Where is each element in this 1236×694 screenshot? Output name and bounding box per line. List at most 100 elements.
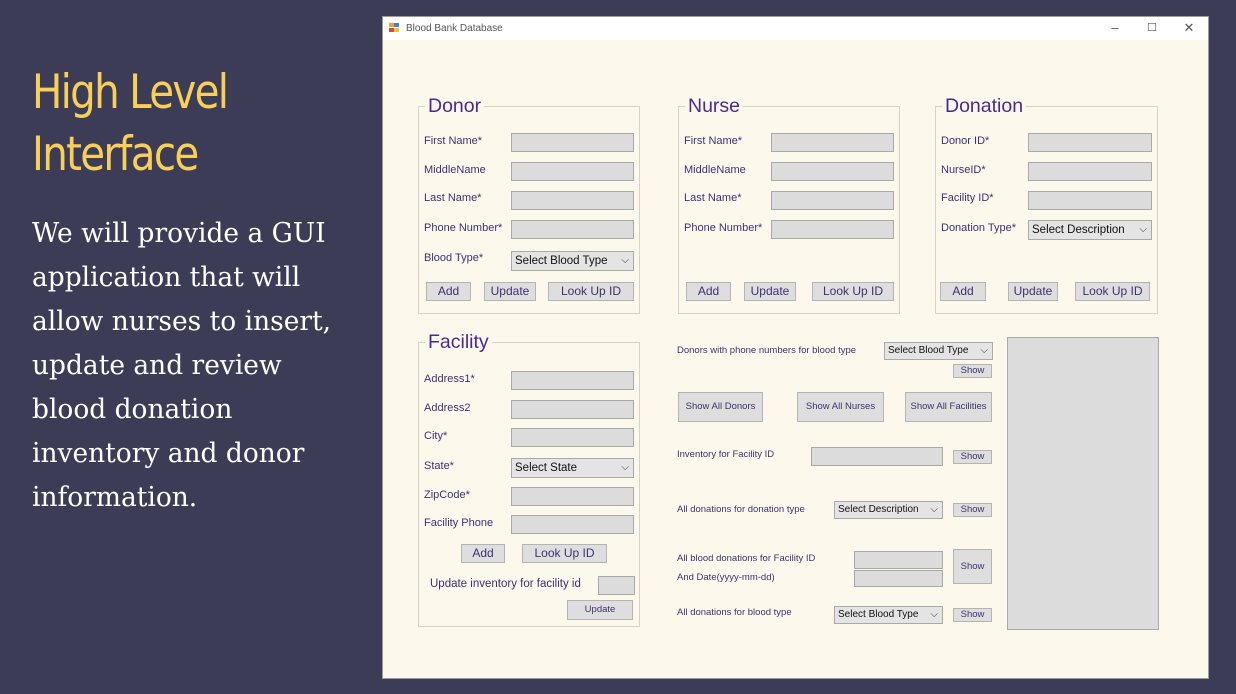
nurse-middle-name-label: MiddleName	[684, 164, 746, 176]
donor-last-name-label: Last Name*	[424, 192, 482, 204]
facility-phone-label: Facility Phone	[424, 517, 494, 529]
chevron-down-icon: ⌵	[621, 255, 629, 266]
donation-donor-id-field[interactable]	[1028, 133, 1152, 152]
donor-middle-name-label: MiddleName	[424, 164, 486, 176]
facility-phone-field[interactable]	[511, 515, 634, 534]
show-donors-by-blood-type-button[interactable]: Show	[953, 364, 992, 378]
donations-by-blood-type-label: All donations for blood type	[677, 607, 792, 618]
donations-description-select[interactable]: Select Description ⌵	[834, 501, 943, 519]
nurse-first-name-field[interactable]	[771, 133, 894, 152]
donation-type-select-value: Select Description	[1032, 224, 1125, 236]
nurse-add-button[interactable]: Add	[686, 282, 731, 301]
donor-group: Donor First Name* MiddleName Last Name* …	[418, 95, 640, 314]
update-inventory-button[interactable]: Update	[567, 600, 633, 620]
inventory-facility-id-field[interactable]	[811, 447, 943, 466]
show-all-nurses-button[interactable]: Show All Nurses	[797, 392, 884, 422]
nurse-lookup-button[interactable]: Look Up ID	[812, 282, 894, 301]
facility-state-label: State*	[424, 460, 454, 472]
show-donations-by-type-button[interactable]: Show	[953, 503, 992, 517]
donor-lookup-button[interactable]: Look Up ID	[548, 282, 634, 301]
facility-address1-label: Address1*	[424, 373, 475, 385]
nurse-group: Nurse First Name* MiddleName Last Name* …	[678, 95, 900, 314]
facility-zipcode-field[interactable]	[511, 487, 634, 506]
donations-facility-id-field[interactable]	[854, 551, 943, 569]
donor-last-name-field[interactable]	[511, 191, 634, 210]
show-donations-by-blood-type-button[interactable]: Show	[953, 608, 992, 622]
nurse-last-name-field[interactable]	[771, 191, 894, 210]
donation-add-button[interactable]: Add	[940, 282, 986, 301]
donors-blood-type-select[interactable]: Select Blood Type ⌵	[884, 342, 993, 360]
chevron-down-icon: ⌵	[930, 504, 938, 515]
donation-lookup-button[interactable]: Look Up ID	[1075, 282, 1150, 301]
donor-group-title: Donor	[425, 95, 485, 117]
donation-type-label: Donation Type*	[941, 222, 1017, 234]
donations-blood-type-select[interactable]: Select Blood Type ⌵	[834, 606, 943, 624]
donations-description-select-value: Select Description	[838, 504, 919, 515]
facility-zipcode-label: ZipCode*	[424, 489, 470, 501]
donation-nurse-id-field[interactable]	[1028, 162, 1152, 181]
facility-address1-field[interactable]	[511, 371, 634, 390]
donor-blood-type-select-value: Select Blood Type	[515, 255, 608, 267]
donations-by-type-label: All donations for donation type	[677, 504, 805, 515]
donations-facility-date-label-line2: And Date(yyyy-mm-dd)	[677, 572, 775, 583]
nurse-phone-field[interactable]	[771, 220, 894, 239]
show-all-donors-button[interactable]: Show All Donors	[678, 392, 763, 422]
nurse-phone-label: Phone Number*	[684, 222, 763, 234]
minimize-icon[interactable]: –	[1100, 19, 1130, 37]
nurse-update-button[interactable]: Update	[744, 282, 796, 301]
title-bar: Blood Bank Database – ☐ ✕	[383, 17, 1208, 40]
facility-lookup-button[interactable]: Look Up ID	[522, 544, 607, 563]
app-icon	[389, 23, 400, 33]
facility-add-button[interactable]: Add	[461, 544, 505, 563]
slide-title: High Level Interface	[32, 65, 229, 182]
facility-city-field[interactable]	[511, 428, 634, 447]
donation-type-select[interactable]: Select Description ⌵	[1028, 220, 1152, 240]
inventory-for-facility-label: Inventory for Facility ID	[677, 449, 775, 460]
donor-phone-field[interactable]	[511, 220, 634, 239]
chevron-down-icon: ⌵	[621, 462, 629, 473]
donor-phone-label: Phone Number*	[424, 222, 503, 234]
facility-address2-field[interactable]	[511, 400, 634, 419]
update-inventory-facility-id-field[interactable]	[598, 576, 635, 595]
donor-first-name-label: First Name*	[424, 135, 483, 147]
donor-first-name-field[interactable]	[511, 133, 634, 152]
donor-add-button[interactable]: Add	[426, 282, 471, 301]
donations-date-field[interactable]	[854, 570, 943, 587]
donation-nurse-id-label: NurseID*	[941, 164, 986, 176]
chevron-down-icon: ⌵	[980, 345, 988, 356]
donations-blood-type-select-value: Select Blood Type	[838, 609, 919, 620]
close-icon[interactable]: ✕	[1174, 19, 1204, 37]
chevron-down-icon: ⌵	[930, 609, 938, 620]
donors-blood-type-select-value: Select Blood Type	[888, 345, 969, 356]
donation-facility-id-field[interactable]	[1028, 191, 1152, 210]
donation-update-button[interactable]: Update	[1008, 282, 1058, 301]
donor-update-button[interactable]: Update	[484, 282, 536, 301]
facility-state-select[interactable]: Select State ⌵	[511, 458, 634, 478]
nurse-middle-name-field[interactable]	[771, 162, 894, 181]
donation-group: Donation Donor ID* NurseID* Facility ID*…	[935, 95, 1158, 314]
nurse-group-title: Nurse	[685, 95, 744, 117]
update-inventory-label: Update inventory for facility id	[430, 578, 581, 590]
donations-facility-date-label-line1: All blood donations for Facility ID	[677, 553, 816, 564]
donors-by-blood-type-label: Donors with phone numbers for blood type	[677, 345, 857, 356]
results-list[interactable]	[1007, 337, 1159, 630]
facility-group-title: Facility	[425, 331, 492, 353]
slide-body-text: We will provide a GUI application that w…	[32, 218, 332, 513]
show-inventory-button[interactable]: Show	[953, 450, 992, 464]
maximize-icon[interactable]: ☐	[1137, 19, 1167, 37]
donation-group-title: Donation	[942, 95, 1027, 117]
facility-state-select-value: Select State	[515, 462, 578, 474]
donor-blood-type-select[interactable]: Select Blood Type ⌵	[511, 251, 634, 271]
donor-middle-name-field[interactable]	[511, 162, 634, 181]
show-all-facilities-button[interactable]: Show All Facilities	[905, 392, 992, 422]
facility-address2-label: Address2	[424, 402, 471, 414]
show-donations-facility-date-button[interactable]: Show	[953, 549, 992, 584]
donor-blood-type-label: Blood Type*	[424, 252, 484, 264]
window-title: Blood Bank Database	[406, 23, 503, 34]
donation-donor-id-label: Donor ID*	[941, 135, 990, 147]
nurse-first-name-label: First Name*	[684, 135, 743, 147]
nurse-last-name-label: Last Name*	[684, 192, 742, 204]
donation-facility-id-label: Facility ID*	[941, 192, 994, 204]
app-window: Blood Bank Database – ☐ ✕ Donor First Na…	[382, 16, 1209, 679]
chevron-down-icon: ⌵	[1139, 224, 1147, 235]
